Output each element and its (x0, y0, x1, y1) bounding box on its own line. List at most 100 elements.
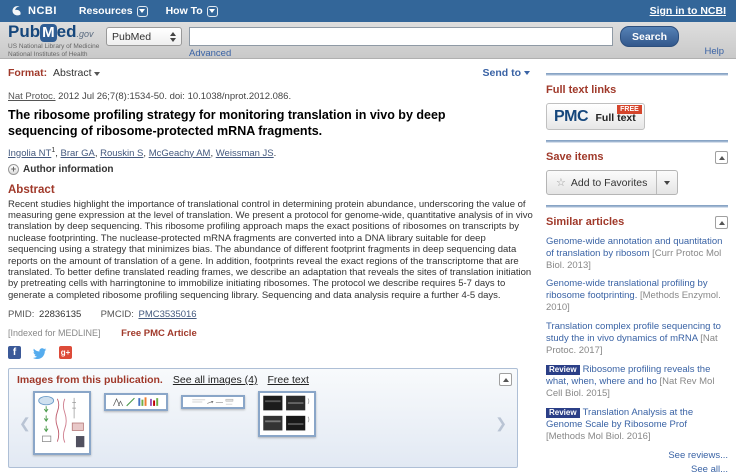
pmc-full-text-button[interactable]: PMC Full text FREE (546, 103, 645, 130)
scroll-left-icon[interactable]: ❮ (19, 415, 31, 432)
similar-article-item: ReviewTranslation Analysis at the Genome… (546, 407, 728, 443)
similar-article-item: Translation complex profile sequencing t… (546, 321, 728, 357)
pmid-label: PMID: (8, 309, 34, 320)
figure-thumbnail-3[interactable] (181, 395, 245, 409)
similar-articles-portlet: Similar articles Genome-wide annotation … (546, 216, 728, 475)
journal-link[interactable]: Nat Protoc. (8, 91, 56, 102)
pubmed-logo-gov: .gov (76, 29, 93, 39)
similar-article-item: Genome-wide annotation and quantitation … (546, 236, 728, 272)
format-label: Format: (8, 67, 47, 79)
chevron-down-icon (94, 72, 100, 76)
similar-article-source: [Methods Mol Biol. 2016] (546, 431, 651, 442)
full-text-links-portlet: Full text links PMC Full text FREE (546, 84, 728, 130)
similar-article-item: ReviewRibosome profiling reveals the wha… (546, 364, 728, 400)
ncbi-brand-label: NCBI (28, 5, 57, 17)
save-items-heading: Save items (546, 151, 728, 164)
article-main: Format: Abstract Send to Nat Protoc. 201… (0, 59, 546, 475)
discovery-sidebar: Full text links PMC Full text FREE Save … (546, 59, 728, 475)
googleplus-share-icon[interactable]: g+ (59, 346, 72, 359)
chevron-up-icon (719, 221, 725, 225)
star-icon: ☆ (556, 176, 566, 189)
similar-article-item: Genome-wide translational profiling by r… (546, 278, 728, 314)
search-input[interactable] (189, 27, 613, 46)
author-list: Ingolia NT1, Brar GA, Rouskin S, McGeach… (8, 147, 536, 159)
format-value: Abstract (53, 67, 92, 79)
abstract-text: Recent studies highlight the importance … (8, 199, 536, 302)
nlm-line1: US National Library of Medicine (8, 43, 99, 51)
see-all-images-link[interactable]: See all images (4) (173, 374, 258, 386)
save-items-portlet: Save items ☆ Add to Favorites (546, 151, 728, 195)
free-text-link[interactable]: Free text (267, 374, 308, 386)
chevron-down-icon (664, 181, 670, 185)
expand-plus-icon: + (8, 164, 19, 175)
author-link[interactable]: Weissman JS (216, 148, 274, 159)
format-control[interactable]: Format: Abstract (8, 67, 100, 79)
author-information-label: Author information (23, 164, 114, 175)
chevron-down-icon (524, 71, 530, 75)
chevron-up-icon (719, 156, 725, 160)
section-divider (546, 140, 728, 143)
see-reviews-link[interactable]: See reviews... (546, 450, 728, 461)
author-information-toggle[interactable]: + Author information (8, 164, 536, 175)
free-pmc-article-link[interactable]: Free PMC Article (121, 328, 197, 339)
full-text-links-heading: Full text links (546, 84, 728, 97)
indexed-for-medline: [Indexed for MEDLINE] (8, 328, 101, 338)
pmcid-link[interactable]: PMC3535016 (138, 309, 196, 320)
pubmed-logo-ed: ed (57, 22, 77, 41)
section-divider (546, 205, 728, 208)
howto-label: How To (166, 5, 203, 17)
advanced-link[interactable]: Advanced (189, 48, 231, 59)
select-arrows-icon (170, 32, 176, 42)
chevron-down-icon (137, 6, 148, 17)
citation-line: Nat Protoc. 2012 Jul 26;7(8):1534-50. do… (8, 91, 536, 102)
pubmed-logo[interactable]: PubMed.gov (8, 23, 93, 41)
help-link[interactable]: Help (704, 46, 724, 57)
images-panel-heading: Images from this publication. (17, 374, 163, 386)
pubmed-logo-m: M (40, 24, 57, 42)
ncbi-navbar: NCBI Resources How To Sign in to NCBI (0, 0, 736, 22)
database-select-value: PubMed (112, 31, 151, 43)
pmcid-label: PMCID: (101, 309, 134, 320)
facebook-share-icon[interactable]: f (8, 346, 21, 359)
collapse-section-button[interactable] (715, 151, 728, 164)
collapse-section-button[interactable] (715, 216, 728, 229)
article-title: The ribosome profiling strategy for moni… (8, 107, 490, 140)
author-link[interactable]: Brar GA (61, 148, 95, 159)
pmid-value: 22836135 (39, 309, 81, 320)
database-select[interactable]: PubMed (106, 27, 182, 46)
pubmed-logo-pub: Pub (8, 22, 40, 41)
similar-articles-heading: Similar articles (546, 216, 728, 229)
share-buttons: f g+ (8, 346, 536, 359)
review-badge: Review (546, 365, 580, 375)
send-to-label: Send to (483, 67, 522, 79)
add-to-favorites-button[interactable]: ☆ Add to Favorites (547, 171, 656, 194)
chevron-down-icon (207, 6, 218, 17)
send-to-menu[interactable]: Send to (483, 67, 531, 79)
author-link[interactable]: Ingolia NT (8, 148, 51, 159)
scroll-right-icon[interactable]: ❯ (495, 415, 507, 432)
favorites-dropdown-button[interactable] (656, 171, 677, 194)
ncbi-swirl-icon (10, 4, 24, 18)
figure-thumbnail-2[interactable] (104, 393, 168, 411)
twitter-share-icon[interactable] (33, 347, 47, 359)
see-all-link[interactable]: See all... (546, 464, 728, 475)
nlm-line2: National Institutes of Health (8, 51, 99, 59)
thumbnail-strip: ❮ ❯ (17, 391, 509, 459)
citation-text: 2012 Jul 26;7(8):1534-50. doi: 10.1038/n… (58, 91, 291, 102)
author-link[interactable]: McGeachy AM (149, 148, 211, 159)
figure-thumbnail-1[interactable] (33, 391, 91, 455)
search-button[interactable]: Search (620, 26, 679, 47)
author-link[interactable]: Rouskin S (100, 148, 143, 159)
similar-article-link[interactable]: Translation complex profile sequencing t… (546, 321, 721, 344)
resources-menu[interactable]: Resources (79, 5, 148, 17)
howto-menu[interactable]: How To (166, 5, 218, 17)
author-separator: . (274, 148, 277, 159)
figure-thumbnail-4[interactable] (258, 391, 316, 437)
sign-in-link[interactable]: Sign in to NCBI (650, 5, 726, 17)
nlm-org-lines: US National Library of Medicine National… (8, 43, 99, 59)
chevron-up-icon (503, 378, 509, 382)
collapse-panel-button[interactable] (499, 373, 512, 386)
images-panel: Images from this publication. See all im… (8, 368, 518, 468)
ncbi-logo[interactable]: NCBI (10, 4, 57, 18)
resources-label: Resources (79, 5, 133, 17)
